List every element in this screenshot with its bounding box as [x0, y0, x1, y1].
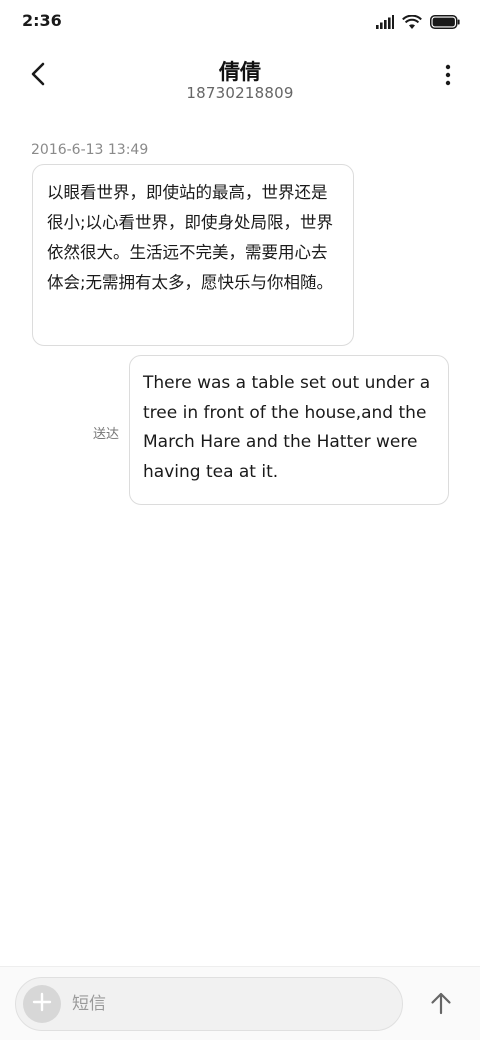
- message-input[interactable]: [72, 984, 392, 1024]
- more-vertical-icon: [445, 64, 451, 90]
- message-timestamp: 2016-6-13 13:49: [31, 142, 149, 158]
- send-button[interactable]: [420, 984, 462, 1026]
- outgoing-message-bubble[interactable]: There was a table set out under a tree i…: [129, 355, 449, 505]
- wifi-icon: [402, 14, 422, 30]
- message-composer: [0, 966, 480, 1040]
- message-text: 以眼看世界，即使站的最高，世界还是很小;以心看世界，即使身处局限，世界依然很大。…: [47, 183, 334, 292]
- add-attachment-button[interactable]: [23, 985, 61, 1023]
- conversation-header: 倩倩 18730218809: [0, 44, 480, 114]
- contact-name: 倩倩: [219, 60, 261, 84]
- more-options-button[interactable]: [438, 62, 458, 92]
- incoming-message-bubble[interactable]: 以眼看世界，即使站的最高，世界还是很小;以心看世界，即使身处局限，世界依然很大。…: [32, 164, 354, 346]
- plus-icon: [32, 992, 52, 1016]
- signal-icon: [376, 15, 394, 29]
- arrow-up-icon: [430, 991, 452, 1019]
- compose-field[interactable]: [15, 977, 403, 1031]
- message-text: There was a table set out under a tree i…: [143, 373, 431, 482]
- status-icons: [376, 12, 460, 32]
- delivery-status: 送达: [93, 427, 120, 442]
- contact-phone-number: 18730218809: [186, 84, 294, 102]
- battery-icon: [430, 15, 460, 29]
- status-bar: 2:36: [0, 0, 480, 44]
- messaging-screen: 2:36 倩倩 18730218809 2016-6-13 13:49 以眼看世…: [0, 0, 480, 1040]
- message-list[interactable]: 2016-6-13 13:49 以眼看世界，即使站的最高，世界还是很小;以心看世…: [0, 130, 480, 960]
- status-time: 2:36: [22, 11, 62, 30]
